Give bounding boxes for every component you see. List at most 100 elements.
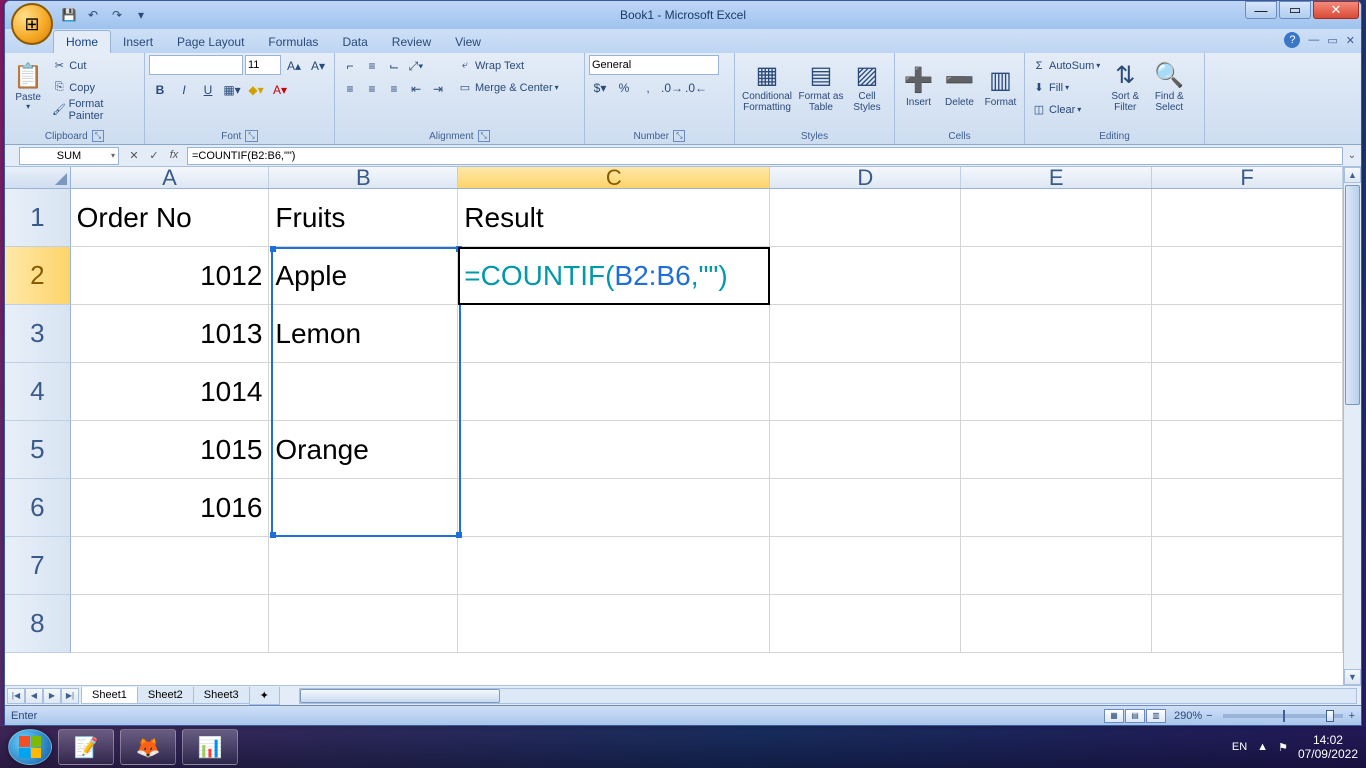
cell-f3[interactable] bbox=[1152, 305, 1343, 363]
cell-d1[interactable] bbox=[770, 189, 961, 247]
close-button[interactable]: ✕ bbox=[1313, 1, 1359, 19]
zoom-thumb[interactable] bbox=[1326, 710, 1334, 722]
cell-e1[interactable] bbox=[961, 189, 1152, 247]
increase-indent-button[interactable]: ⇥ bbox=[427, 78, 449, 100]
new-sheet-tab[interactable]: ✦ bbox=[249, 687, 280, 705]
taskbar-word[interactable]: 📝 bbox=[58, 729, 114, 765]
cell-f4[interactable] bbox=[1152, 363, 1343, 421]
paste-button[interactable]: 📋 Paste ▾ bbox=[9, 55, 47, 121]
cell-e3[interactable] bbox=[961, 305, 1152, 363]
cut-button[interactable]: ✂Cut bbox=[49, 55, 140, 76]
row-header-2[interactable]: 2 bbox=[5, 247, 71, 305]
cell-e5[interactable] bbox=[961, 421, 1152, 479]
align-center-button[interactable]: ≡ bbox=[361, 78, 383, 100]
row-header-5[interactable]: 5 bbox=[5, 421, 71, 479]
cell-b6[interactable] bbox=[269, 479, 458, 537]
bold-button[interactable]: B bbox=[149, 79, 171, 101]
increase-decimal-button[interactable]: .0→ bbox=[661, 77, 683, 99]
font-size-combo[interactable]: 11 bbox=[245, 55, 281, 75]
cell-a7[interactable] bbox=[71, 537, 270, 595]
align-bottom-button[interactable]: ⌙ bbox=[383, 55, 405, 77]
zoom-out-icon[interactable]: − bbox=[1206, 710, 1212, 722]
vscroll-thumb[interactable] bbox=[1345, 185, 1360, 405]
cell-c1[interactable]: Result bbox=[458, 189, 770, 247]
cell-a2[interactable]: 1012 bbox=[71, 247, 270, 305]
cell-c3[interactable] bbox=[458, 305, 770, 363]
enter-formula-icon[interactable]: ✓ bbox=[145, 149, 163, 162]
insert-cells-button[interactable]: ➕Insert bbox=[899, 55, 938, 121]
number-dialog-icon[interactable]: ⤡ bbox=[673, 130, 685, 142]
wrap-text-button[interactable]: ⤶Wrap Text bbox=[455, 55, 561, 76]
font-color-button[interactable]: A▾ bbox=[269, 79, 291, 101]
alignment-dialog-icon[interactable]: ⤡ bbox=[478, 130, 490, 142]
tab-view[interactable]: View bbox=[443, 31, 493, 53]
normal-view-icon[interactable]: ▦ bbox=[1104, 709, 1124, 723]
cell-b5[interactable]: Orange bbox=[269, 421, 458, 479]
cell-f2[interactable] bbox=[1152, 247, 1343, 305]
shrink-font-button[interactable]: A▾ bbox=[307, 55, 329, 77]
cancel-formula-icon[interactable]: ✕ bbox=[125, 149, 143, 162]
cell-f6[interactable] bbox=[1152, 479, 1343, 537]
ribbon-close-icon[interactable]: ✕ bbox=[1346, 34, 1355, 47]
taskbar-excel[interactable]: 📊 bbox=[182, 729, 238, 765]
vertical-scrollbar[interactable]: ▲ ▼ bbox=[1343, 167, 1361, 685]
cell-b2[interactable]: Apple bbox=[269, 247, 458, 305]
cell-a8[interactable] bbox=[71, 595, 270, 653]
cell-b1[interactable]: Fruits bbox=[269, 189, 458, 247]
row-header-7[interactable]: 7 bbox=[5, 537, 71, 595]
qat-redo-icon[interactable]: ↷ bbox=[107, 5, 127, 25]
start-button[interactable] bbox=[8, 729, 52, 765]
italic-button[interactable]: I bbox=[173, 79, 195, 101]
tab-insert[interactable]: Insert bbox=[111, 31, 165, 53]
cell-c7[interactable] bbox=[458, 537, 770, 595]
office-button[interactable]: ⊞ bbox=[11, 3, 53, 45]
sheet-prev-icon[interactable]: ◀ bbox=[25, 688, 43, 704]
cell-d8[interactable] bbox=[770, 595, 961, 653]
format-painter-button[interactable]: 🖌Format Painter bbox=[49, 99, 140, 120]
cell-f8[interactable] bbox=[1152, 595, 1343, 653]
page-break-view-icon[interactable]: ▥ bbox=[1146, 709, 1166, 723]
zoom-in-icon[interactable]: + bbox=[1349, 710, 1355, 722]
cell-d6[interactable] bbox=[770, 479, 961, 537]
format-as-table-button[interactable]: ▤Format as Table bbox=[797, 55, 845, 121]
qat-customize-icon[interactable]: ▾ bbox=[131, 5, 151, 25]
cell-b7[interactable] bbox=[269, 537, 458, 595]
formula-input[interactable]: =COUNTIF(B2:B6,"") bbox=[187, 147, 1343, 165]
name-box[interactable]: SUM bbox=[19, 147, 119, 165]
col-header-f[interactable]: F bbox=[1152, 167, 1343, 188]
cell-c8[interactable] bbox=[458, 595, 770, 653]
copy-button[interactable]: ⎘Copy bbox=[49, 77, 140, 98]
cell-c2-editing[interactable]: =COUNTIF(B2:B6,"") bbox=[458, 247, 770, 305]
qat-undo-icon[interactable]: ↶ bbox=[83, 5, 103, 25]
cell-d7[interactable] bbox=[770, 537, 961, 595]
cell-c4[interactable] bbox=[458, 363, 770, 421]
cell-c6[interactable] bbox=[458, 479, 770, 537]
row-header-8[interactable]: 8 bbox=[5, 595, 71, 653]
help-icon[interactable]: ? bbox=[1284, 32, 1300, 48]
cell-e8[interactable] bbox=[961, 595, 1152, 653]
cell-d2[interactable] bbox=[770, 247, 961, 305]
col-header-a[interactable]: A bbox=[71, 167, 270, 188]
cell-b8[interactable] bbox=[269, 595, 458, 653]
conditional-formatting-button[interactable]: ▦Conditional Formatting bbox=[739, 55, 795, 121]
select-all-corner[interactable] bbox=[5, 167, 71, 188]
align-right-button[interactable]: ≡ bbox=[383, 78, 405, 100]
sheet-first-icon[interactable]: |◀ bbox=[7, 688, 25, 704]
tab-home[interactable]: Home bbox=[53, 30, 111, 53]
delete-cells-button[interactable]: ➖Delete bbox=[940, 55, 979, 121]
tab-review[interactable]: Review bbox=[380, 31, 443, 53]
align-top-button[interactable]: ⌐ bbox=[339, 55, 361, 77]
align-middle-button[interactable]: ≡ bbox=[361, 55, 383, 77]
row-header-6[interactable]: 6 bbox=[5, 479, 71, 537]
cell-e7[interactable] bbox=[961, 537, 1152, 595]
fill-color-button[interactable]: ◆▾ bbox=[245, 79, 267, 101]
minimize-button[interactable]: — bbox=[1245, 1, 1277, 19]
cell-f1[interactable] bbox=[1152, 189, 1343, 247]
sheet-next-icon[interactable]: ▶ bbox=[43, 688, 61, 704]
zoom-slider[interactable] bbox=[1223, 714, 1343, 718]
cell-d5[interactable] bbox=[770, 421, 961, 479]
tray-clock[interactable]: 14:02 07/09/2022 bbox=[1298, 733, 1358, 762]
tray-language[interactable]: EN bbox=[1232, 741, 1247, 753]
cell-e6[interactable] bbox=[961, 479, 1152, 537]
percent-button[interactable]: % bbox=[613, 77, 635, 99]
